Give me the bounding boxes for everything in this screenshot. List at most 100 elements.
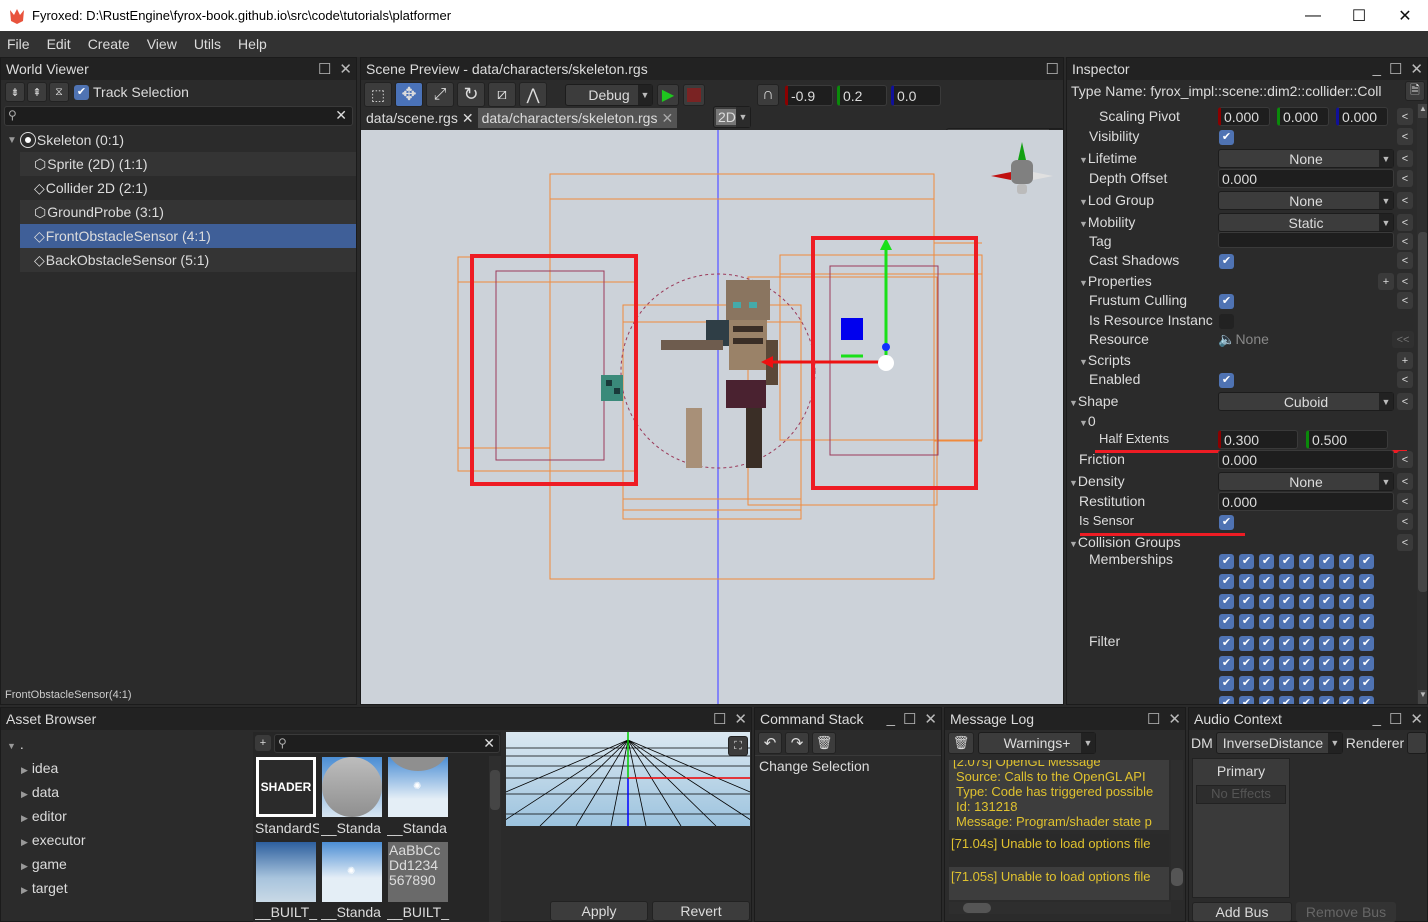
friction-field[interactable]: 0.000 [1218,450,1394,469]
expand-arrow-icon[interactable]: ▼ [1079,418,1088,428]
revert-asset-button[interactable]: Revert [652,901,750,921]
maximize-panel-icon[interactable]: ☐ [713,710,726,728]
collision-bit-checkbox[interactable]: ✔ [1239,614,1254,629]
collision-bit-checkbox[interactable]: ✔ [1299,574,1314,589]
collision-bit-checkbox[interactable]: ✔ [1339,696,1354,704]
revert-button[interactable]: < [1397,214,1413,231]
collision-bit-checkbox[interactable]: ✔ [1339,636,1354,651]
collision-bit-checkbox[interactable]: ✔ [1219,696,1234,704]
scaling-pivot-z-field[interactable]: 0.000 [1336,107,1388,126]
minimize-button[interactable]: — [1290,0,1336,31]
collision-bit-checkbox[interactable]: ✔ [1299,554,1314,569]
close-panel-icon[interactable]: ✕ [924,710,937,728]
tree-node-sprite[interactable]: ⬡ Sprite (2D) (1:1) [20,152,356,176]
docs-button[interactable]: 🗎 [1405,81,1425,101]
scale-mode-button[interactable]: ⤢ [426,82,454,107]
collision-bit-checkbox[interactable]: ✔ [1339,574,1354,589]
expand-arrow-icon[interactable]: ▼ [1069,539,1078,549]
snap-button[interactable]: ∩ [757,84,779,106]
collision-bit-checkbox[interactable]: ✔ [1279,656,1294,671]
collision-bit-checkbox[interactable]: ✔ [1359,594,1374,609]
folder-idea[interactable]: ▶ idea [21,760,58,776]
camera-y-field[interactable]: 0.2 [837,85,887,106]
close-panel-icon[interactable]: ✕ [734,710,747,728]
collision-bit-checkbox[interactable]: ✔ [1359,636,1374,651]
collision-bit-checkbox[interactable]: ✔ [1319,696,1334,704]
scrollbar-thumb[interactable] [1418,232,1427,592]
collision-bit-checkbox[interactable]: ✔ [1339,656,1354,671]
tab-scene-rgs[interactable]: data/scene.rgs ✕ [361,108,478,128]
enabled-checkbox[interactable]: ✔ [1219,373,1234,388]
track-selection-checkbox[interactable]: ✔ [74,84,89,100]
collision-bit-checkbox[interactable]: ✔ [1259,614,1274,629]
remove-bus-button[interactable]: Remove Bus [1296,902,1396,922]
tag-field[interactable] [1218,232,1394,248]
redo-button[interactable]: ↷ [785,732,809,754]
minimize-panel-icon[interactable]: _ [1373,710,1381,728]
asset-thumb-sky-light-2[interactable]: ✺ [322,842,382,902]
half-extents-x-field[interactable]: 0.300 [1218,430,1298,449]
maximize-panel-icon[interactable]: ☐ [903,710,916,728]
menu-utils[interactable]: Utils [187,36,231,52]
cast-shadows-checkbox[interactable]: ✔ [1219,254,1234,269]
revert-button[interactable]: < [1397,170,1413,187]
add-property-button[interactable]: + [1378,273,1394,290]
collision-bit-checkbox[interactable]: ✔ [1219,676,1234,691]
close-tab-icon[interactable]: ✕ [462,110,474,127]
collision-bit-checkbox[interactable]: ✔ [1259,574,1274,589]
collision-bit-checkbox[interactable]: ✔ [1339,594,1354,609]
clear-search-icon[interactable]: ✕ [335,107,347,124]
folder-root[interactable]: ▼ . [7,736,24,752]
maximize-panel-icon[interactable]: ☐ [1389,60,1402,78]
menu-create[interactable]: Create [81,36,140,52]
minimize-panel-icon[interactable]: _ [887,710,895,728]
folder-executor[interactable]: ▶ executor [21,832,86,848]
close-panel-icon[interactable]: ✕ [1410,710,1423,728]
scrollbar-thumb[interactable] [1171,868,1183,886]
close-tab-icon[interactable]: ✕ [661,110,673,127]
maximize-panel-icon[interactable]: ☐ [1147,710,1160,728]
close-panel-icon[interactable]: ✕ [1168,710,1181,728]
scaling-pivot-y-field[interactable]: 0.000 [1277,107,1329,126]
restitution-field[interactable]: 0.000 [1218,492,1394,511]
scroll-down-icon[interactable]: ▼ [1418,690,1427,704]
maximize-button[interactable]: ☐ [1336,0,1382,31]
maximize-panel-icon[interactable]: ☐ [1389,710,1402,728]
revert-button[interactable]: < [1397,233,1413,250]
lod-group-dropdown[interactable]: None ▼ [1218,191,1394,210]
distance-model-dropdown[interactable]: InverseDistance ▼ [1215,732,1343,754]
collision-bit-checkbox[interactable]: ✔ [1319,554,1334,569]
terrain-mode-button[interactable]: ⋀ [519,82,547,107]
collision-bit-checkbox[interactable]: ✔ [1359,574,1374,589]
locate-selection-button[interactable]: ⧖ [49,82,69,102]
collapse-all-button[interactable]: ⇟ [5,82,25,102]
world-viewer-search-input[interactable]: ⚲ ✕ [4,106,353,126]
expand-arrow-icon[interactable]: ▶ [21,885,28,895]
expand-arrow-icon[interactable]: ▼ [1079,197,1088,207]
select-mode-button[interactable]: ⬚ [364,82,392,107]
asset-thumb-sky-light[interactable]: ✺ [388,757,448,817]
clear-log-button[interactable]: 🗑 [948,732,974,754]
collision-bit-checkbox[interactable]: ✔ [1279,554,1294,569]
close-panel-icon[interactable]: ✕ [339,60,352,78]
camera-z-field[interactable]: 0.0 [891,85,941,106]
scrollbar-thumb[interactable] [963,903,991,913]
stop-button[interactable] [683,84,705,106]
expand-arrow-icon[interactable]: ▶ [21,789,28,799]
collision-bit-checkbox[interactable]: ✔ [1339,554,1354,569]
collision-bit-checkbox[interactable]: ✔ [1239,696,1254,704]
collision-bit-checkbox[interactable]: ✔ [1319,656,1334,671]
tree-node-backobstaclesensor[interactable]: ◇ BackObstacleSensor (5:1) [20,248,356,272]
rotate-mode-button[interactable]: ↻ [457,82,485,107]
collision-bit-checkbox[interactable]: ✔ [1359,554,1374,569]
collision-bit-checkbox[interactable]: ✔ [1259,554,1274,569]
renderer-dropdown[interactable] [1407,732,1427,754]
folder-game[interactable]: ▶ game [21,856,67,872]
collision-bit-checkbox[interactable]: ✔ [1239,676,1254,691]
revert-button[interactable]: < [1397,192,1413,209]
collision-bit-checkbox[interactable]: ✔ [1279,676,1294,691]
half-extents-y-field[interactable]: 0.500 [1306,430,1388,449]
density-dropdown[interactable]: None ▼ [1218,472,1394,491]
collision-bit-checkbox[interactable]: ✔ [1339,614,1354,629]
asset-grid-scrollbar[interactable] [489,756,501,922]
